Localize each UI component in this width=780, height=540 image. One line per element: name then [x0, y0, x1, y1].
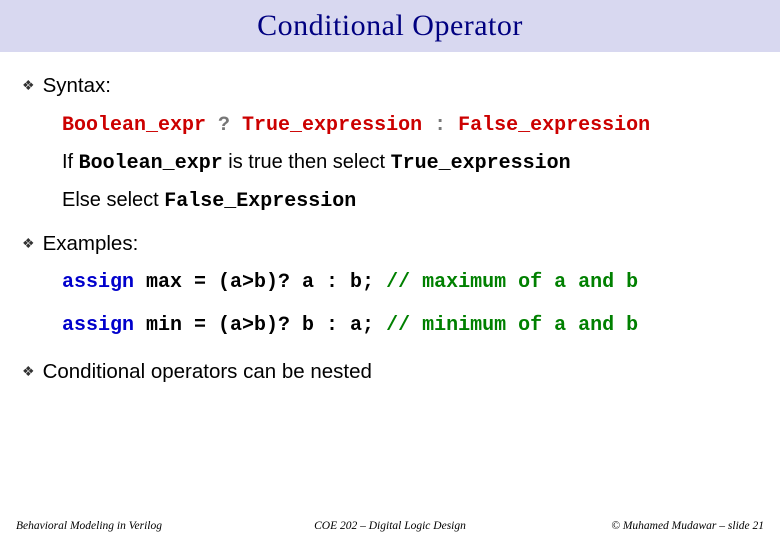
bullet-syntax: ❖ Syntax: [22, 74, 758, 99]
syntax-expression: Boolean_expr ? True_expression : False_e… [62, 113, 758, 138]
syntax-colon: : [422, 114, 458, 137]
slide-footer: Behavioral Modeling in Verilog COE 202 –… [0, 520, 780, 532]
ex1-assign: assign [62, 271, 134, 294]
desc-else: Else select [62, 189, 164, 211]
ex1-comment: // maximum of a and b [386, 271, 638, 294]
bullet-label: Syntax: [43, 74, 111, 97]
slide-body: ❖ Syntax: Boolean_expr ? True_expression … [0, 52, 780, 385]
slide-title: Conditional Operator [0, 0, 780, 52]
ex2-assign: assign [62, 314, 134, 337]
example-1: assign max = (a>b)? a : b; // maximum of… [62, 270, 758, 295]
syntax-q: ? [206, 114, 242, 137]
bullet-label: Conditional operators can be nested [43, 360, 372, 383]
desc-if: If [62, 151, 79, 173]
bullet-nested: ❖ Conditional operators can be nested [22, 360, 758, 385]
bullet-examples: ❖ Examples: [22, 232, 758, 257]
bullet-label: Examples: [43, 232, 139, 255]
diamond-icon: ❖ [22, 77, 35, 93]
desc-if-line: If Boolean_expr is true then select True… [62, 150, 758, 176]
example-2: assign min = (a>b)? b : a; // minimum of… [62, 313, 758, 338]
ex2-comment: // minimum of a and b [386, 314, 638, 337]
ex2-body: min = (a>b)? b : a; [134, 314, 386, 337]
desc-else-line: Else select False_Expression [62, 188, 758, 214]
footer-center: COE 202 – Digital Logic Design [0, 520, 780, 532]
syntax-be: Boolean_expr [62, 114, 206, 137]
diamond-icon: ❖ [22, 363, 35, 379]
syntax-fe: False_expression [458, 114, 650, 137]
ex1-body: max = (a>b)? a : b; [134, 271, 386, 294]
diamond-icon: ❖ [22, 235, 35, 251]
syntax-te: True_expression [242, 114, 422, 137]
desc-te: True_expression [391, 152, 571, 175]
desc-fe: False_Expression [164, 190, 356, 213]
desc-mid: is true then select [223, 151, 391, 173]
desc-be: Boolean_expr [79, 152, 223, 175]
